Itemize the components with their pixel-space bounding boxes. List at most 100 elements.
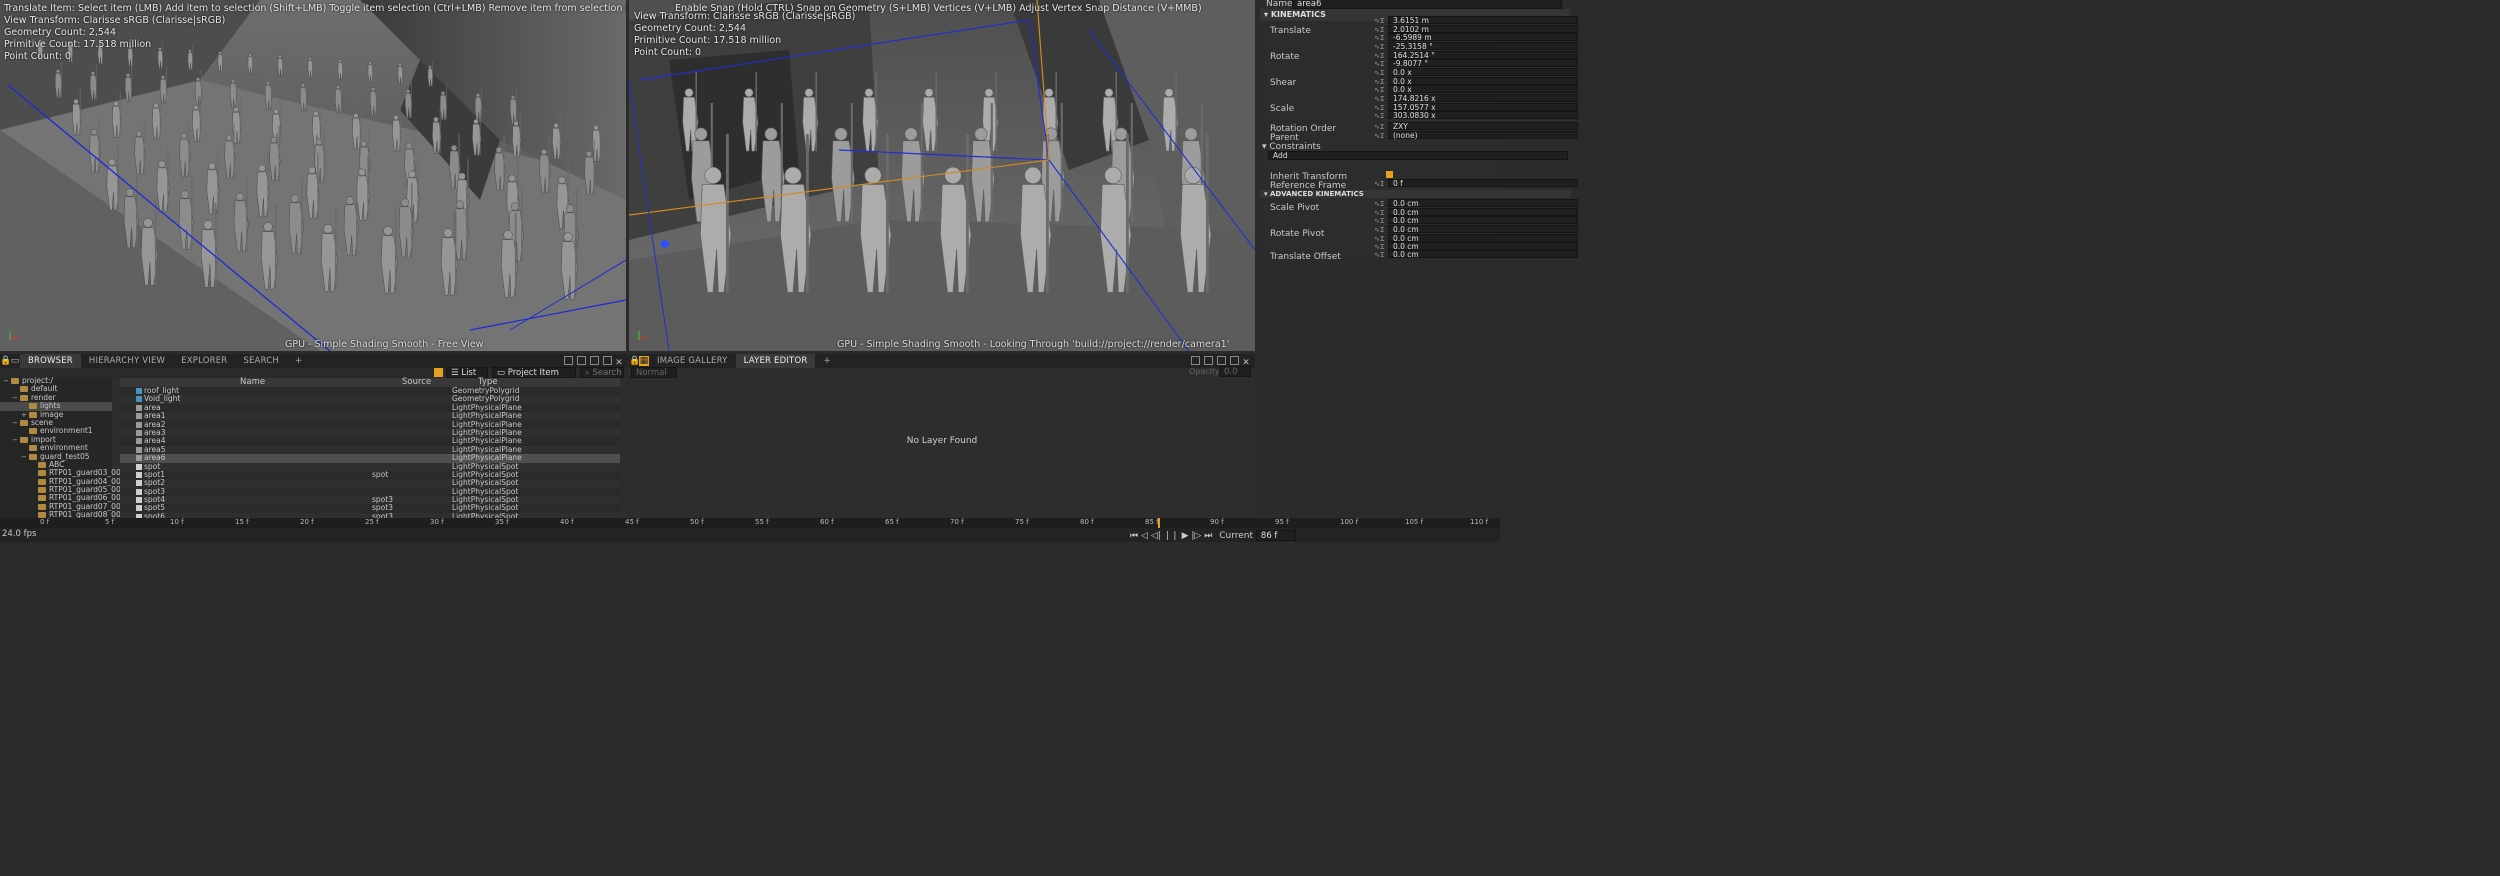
translate-field[interactable]: 2.0102 m — [1388, 24, 1578, 33]
sigma-icon[interactable]: Σ — [1380, 226, 1384, 234]
prev-key-icon[interactable]: ◁ — [1141, 531, 1148, 541]
tree-item[interactable]: RTP01_guard04_006_v001 — [0, 478, 148, 486]
sigma-icon[interactable]: Σ — [1380, 112, 1384, 120]
filter-icon[interactable] — [434, 368, 443, 377]
scale-field[interactable]: 174.8216 x — [1388, 94, 1578, 102]
table-row[interactable]: spot5 spot3 LightPhysicalSpot — [120, 504, 620, 512]
sigma-icon[interactable]: Σ — [1380, 123, 1384, 131]
link-icon[interactable]: ∿ — [1374, 26, 1380, 34]
link-icon[interactable]: ∿ — [1374, 78, 1380, 86]
section-advanced-kinematics[interactable]: ▾ ADVANCED KINEMATICS — [1260, 190, 1570, 198]
table-row[interactable]: roof_light GeometryPolygrid — [120, 387, 620, 395]
rotation-order-select[interactable]: ZXY — [1388, 122, 1578, 130]
tree-item[interactable]: + image — [0, 411, 112, 419]
sigma-icon[interactable]: Σ — [1380, 235, 1384, 243]
column-type[interactable]: Type — [478, 378, 498, 387]
link-icon[interactable]: ∿ — [1374, 43, 1380, 51]
link-icon[interactable]: ∿ — [1374, 209, 1380, 217]
rotate-field[interactable]: -9.8077 ° — [1388, 59, 1578, 67]
scale-field[interactable]: 303.0830 x — [1388, 111, 1578, 119]
tree-item[interactable]: lights — [0, 402, 112, 411]
collapse-icon[interactable]: − — [12, 419, 19, 427]
table-row[interactable]: area6 LightPhysicalPlane — [120, 454, 620, 463]
filter-select[interactable]: ▭ Project Item — [492, 367, 576, 378]
shear-field[interactable]: 0.0 x — [1388, 76, 1578, 85]
table-row[interactable]: area5 LightPhysicalPlane — [120, 445, 620, 455]
sigma-icon[interactable]: Σ — [1380, 251, 1384, 259]
sigma-icon[interactable]: Σ — [1380, 34, 1384, 42]
tree-item[interactable]: − render — [0, 394, 112, 402]
name-field[interactable]: area6 — [1292, 0, 1562, 9]
link-icon[interactable]: ∿ — [1374, 200, 1380, 208]
link-icon[interactable]: ∿ — [1374, 132, 1380, 140]
layout-icon[interactable] — [603, 356, 612, 365]
link-icon[interactable]: ∿ — [1374, 52, 1380, 60]
link-icon[interactable]: ∿ — [1374, 95, 1380, 103]
step-back-icon[interactable]: ◁| — [1151, 531, 1161, 541]
add-tab-button[interactable]: + — [815, 354, 838, 368]
shear-field[interactable]: 0.0 x — [1388, 85, 1578, 93]
collapse-icon[interactable]: − — [3, 377, 10, 385]
layout-icon[interactable] — [1230, 356, 1239, 365]
sigma-icon[interactable]: Σ — [1380, 95, 1384, 103]
rotate-pivot-field[interactable]: 0.0 cm — [1388, 242, 1578, 250]
table-row[interactable]: spot LightPhysicalSpot — [120, 462, 620, 471]
scale-pivot-field[interactable]: 0.0 cm — [1388, 199, 1578, 207]
sigma-icon[interactable]: Σ — [1380, 17, 1384, 25]
tree-item[interactable]: RTP01_guard06_006_v001 — [0, 494, 148, 502]
translate-field[interactable]: -6.5989 m — [1388, 33, 1578, 41]
tab-image-gallery[interactable]: IMAGE GALLERY — [649, 354, 736, 368]
link-icon[interactable]: ∿ — [1374, 112, 1380, 120]
tab-layer-editor[interactable]: LAYER EDITOR — [735, 354, 816, 368]
link-icon[interactable]: ∿ — [1374, 86, 1380, 94]
layout-icon[interactable] — [564, 356, 573, 365]
link-icon[interactable]: ∿ — [1374, 217, 1380, 225]
table-row[interactable]: area3 LightPhysicalPlane — [120, 428, 620, 438]
search-input[interactable]: ⌕ Search Items — [580, 367, 624, 388]
link-icon[interactable]: ∿ — [1374, 123, 1380, 131]
sigma-icon[interactable]: Σ — [1380, 180, 1384, 188]
tree-item[interactable]: − import — [0, 436, 112, 444]
layout-icon[interactable] — [1217, 356, 1226, 365]
pause-icon[interactable]: ❘❘ — [1164, 531, 1179, 541]
tree-item[interactable]: ABC — [0, 461, 112, 469]
tree-item[interactable]: RTP01_guard03_006_v001 — [0, 469, 148, 477]
table-row[interactable]: spot2 LightPhysicalSpot — [120, 479, 620, 488]
sigma-icon[interactable]: Σ — [1380, 217, 1384, 225]
sigma-icon[interactable]: Σ — [1380, 132, 1384, 140]
table-row[interactable]: spot1 spot LightPhysicalSpot — [120, 471, 620, 479]
layout-icon[interactable] — [1204, 356, 1213, 365]
collapse-icon[interactable]: − — [21, 453, 28, 461]
timeline-ruler[interactable]: 0 f 5 f 10 f 15 f 20 f 25 f 30 f 35 f 40 f 45 f 50… — [0, 518, 1500, 528]
table-row[interactable]: area LightPhysicalPlane — [120, 404, 620, 412]
column-name[interactable]: Name — [240, 378, 265, 387]
link-icon[interactable]: ∿ — [1374, 251, 1380, 259]
sigma-icon[interactable]: Σ — [1380, 86, 1384, 94]
table-row[interactable]: area4 LightPhysicalPlane — [120, 437, 620, 445]
link-icon[interactable]: ∿ — [1374, 226, 1380, 234]
first-frame-icon[interactable]: ⏮ — [1130, 531, 1138, 541]
tree-item[interactable]: default — [0, 385, 112, 393]
tree-item[interactable]: − scene — [0, 419, 112, 427]
tree-item[interactable]: RTP01_guard05_006_v001 — [0, 486, 148, 494]
collapse-icon[interactable]: − — [12, 436, 19, 444]
inherit-checkbox[interactable] — [1386, 171, 1393, 178]
link-icon[interactable]: ∿ — [1374, 60, 1380, 68]
shear-field[interactable]: 0.0 x — [1388, 68, 1578, 76]
sigma-icon[interactable]: Σ — [1380, 26, 1384, 34]
float-icon[interactable]: ▭ — [10, 356, 20, 366]
link-icon[interactable]: ∿ — [1374, 180, 1380, 188]
sigma-icon[interactable]: Σ — [1380, 52, 1384, 60]
tab-explorer[interactable]: EXPLORER — [173, 354, 235, 368]
column-source[interactable]: Source — [402, 378, 431, 387]
tree-item[interactable]: environment1 — [0, 427, 112, 435]
expand-icon[interactable]: + — [21, 411, 28, 419]
lock-icon[interactable]: 🔒 — [629, 356, 640, 366]
tab-search[interactable]: SEARCH — [235, 354, 287, 368]
sigma-icon[interactable]: Σ — [1380, 43, 1384, 51]
tree-item[interactable]: − guard_test05 — [0, 453, 112, 461]
gallery-icon[interactable]: ▦ — [639, 356, 649, 366]
tree-item[interactable]: RTP01_guard07_006_v001 — [0, 503, 148, 511]
link-icon[interactable]: ∿ — [1374, 243, 1380, 251]
sigma-icon[interactable]: Σ — [1380, 104, 1384, 112]
